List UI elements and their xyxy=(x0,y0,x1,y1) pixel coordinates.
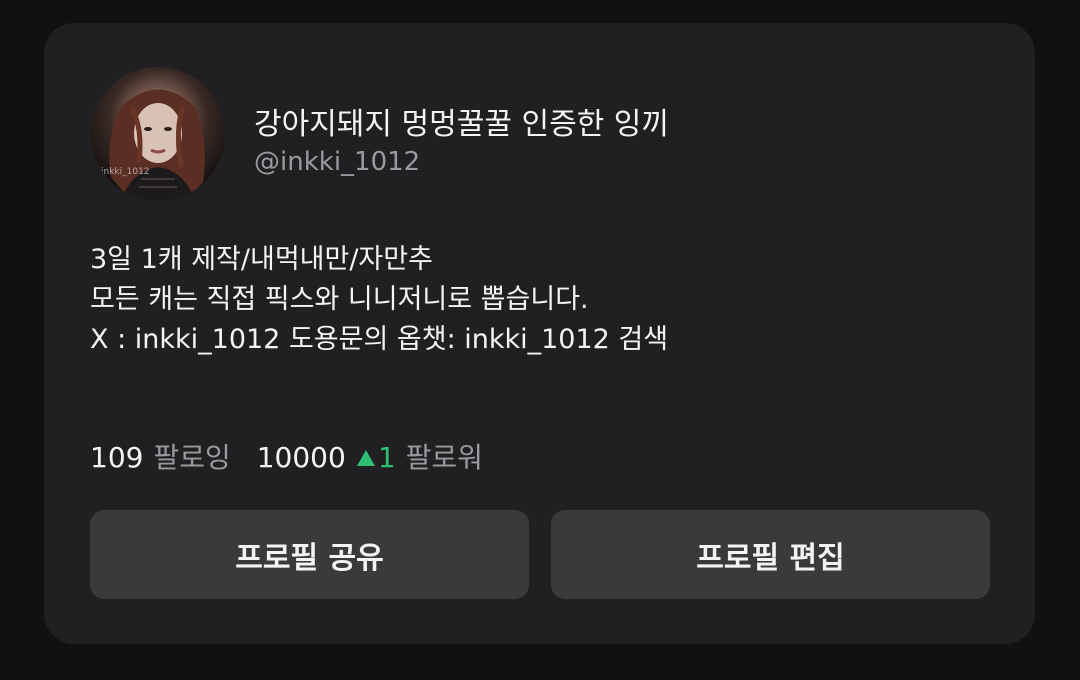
followers-delta: 1 xyxy=(356,441,396,474)
avatar-watermark: inkki_1012 xyxy=(101,167,150,177)
followers-stat[interactable]: 10000 1 팔로워 xyxy=(257,436,483,476)
bio-line: 3일 1캐 제작/내먹내만/자만추 xyxy=(90,244,433,275)
followers-delta-value: 1 xyxy=(377,441,396,474)
share-profile-button[interactable]: 프로필 공유 xyxy=(90,510,529,599)
follow-stats: 109 팔로잉 10000 1 팔로워 xyxy=(90,436,483,476)
username-handle: @inkki_1012 xyxy=(254,147,421,177)
following-stat[interactable]: 109 팔로잉 xyxy=(90,436,231,476)
edit-profile-button[interactable]: 프로필 편집 xyxy=(551,510,990,599)
display-name: 강아지돼지 멍멍꿀꿀 인증한 잉끼 xyxy=(254,107,670,142)
following-label: 팔로잉 xyxy=(153,441,231,474)
triangle-up-icon xyxy=(356,441,376,474)
profile-card: inkki_1012 강아지돼지 멍멍꿀꿀 인증한 잉끼 @inkki_1012… xyxy=(44,23,1035,644)
bio: 3일 1캐 제작/내먹내만/자만추 모든 캐는 직접 픽스와 니니저니로 뽑습니… xyxy=(90,240,668,360)
following-count: 109 xyxy=(90,441,144,474)
avatar[interactable]: inkki_1012 xyxy=(91,67,225,201)
followers-label: 팔로워 xyxy=(405,441,483,474)
bio-line: X : inkki_1012 도용문의 옵챗: inkki_1012 검색 xyxy=(90,324,669,355)
bio-line: 모든 캐는 직접 픽스와 니니저니로 뽑습니다. xyxy=(90,284,589,315)
followers-count: 10000 xyxy=(256,441,346,474)
